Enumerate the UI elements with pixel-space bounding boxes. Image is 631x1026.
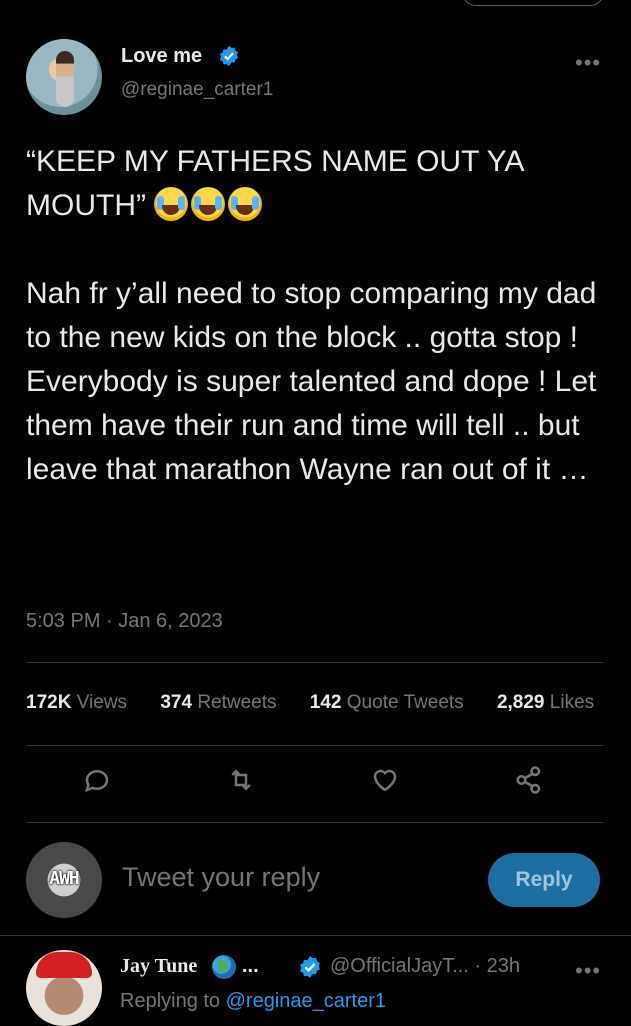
share-icon[interactable] [514, 765, 550, 801]
divider [26, 822, 604, 823]
tweet-stats: 172K Views 374 Retweets 142 Quote Tweets… [26, 692, 622, 714]
divider [0, 935, 631, 936]
likes-label: Likes [549, 692, 595, 713]
name-ellipsis: ... [242, 955, 259, 977]
reply-author-handle[interactable]: @OfficialJayT... · 23h [330, 955, 520, 978]
reply-icon[interactable] [82, 765, 118, 801]
tweet-timestamp[interactable]: 5:03 PM · Jan 6, 2023 [26, 610, 223, 633]
author-handle[interactable]: @reginae_carter1 [121, 79, 273, 101]
author-name[interactable]: Love me [121, 45, 202, 68]
globe-emoji-icon [212, 955, 236, 979]
replying-to: Replying to @reginae_carter1 [120, 990, 386, 1013]
views-count[interactable]: 172K [26, 692, 71, 713]
divider [26, 662, 604, 663]
reply-author-avatar[interactable] [26, 950, 102, 1026]
tweet-paragraph: Nah fr y’all need to stop comparing my d… [26, 277, 597, 486]
tweet-text: “KEEP MY FATHERS NAME OUT YA MOUTH” Nah … [26, 140, 616, 492]
likes-count[interactable]: 2,829 [497, 692, 545, 713]
author-avatar[interactable] [26, 39, 102, 115]
tears-of-joy-emoji-icon [228, 187, 263, 221]
replying-to-link[interactable]: @reginae_carter1 [226, 990, 386, 1012]
current-user-avatar[interactable]: AWH [26, 842, 102, 918]
retweets-count[interactable]: 374 [160, 692, 192, 713]
reply-input[interactable]: Tweet your reply [122, 862, 320, 893]
reply-button[interactable]: Reply [488, 853, 600, 907]
retweets-label: Retweets [197, 692, 277, 713]
like-icon[interactable] [370, 765, 406, 801]
tears-of-joy-emoji-icon [191, 187, 226, 221]
more-options-icon[interactable]: ••• [575, 50, 601, 76]
divider [26, 745, 604, 746]
verified-badge-icon [300, 956, 320, 978]
views-label: Views [76, 692, 128, 713]
quotes-count[interactable]: 142 [310, 692, 342, 713]
quotes-label: Quote Tweets [346, 692, 464, 713]
verified-badge-icon [219, 45, 239, 67]
more-options-icon[interactable]: ••• [575, 958, 601, 984]
tears-of-joy-emoji-icon [154, 187, 189, 221]
replying-prefix: Replying to [120, 990, 226, 1012]
top-partial-button[interactable] [462, 0, 604, 6]
reply-author-name[interactable]: Jay Tune [120, 955, 197, 978]
tweet-line1: “KEEP MY FATHERS NAME OUT YA MOUTH” [26, 145, 523, 222]
avatar-logo-text: AWH [49, 868, 80, 889]
retweet-icon[interactable] [226, 765, 262, 801]
